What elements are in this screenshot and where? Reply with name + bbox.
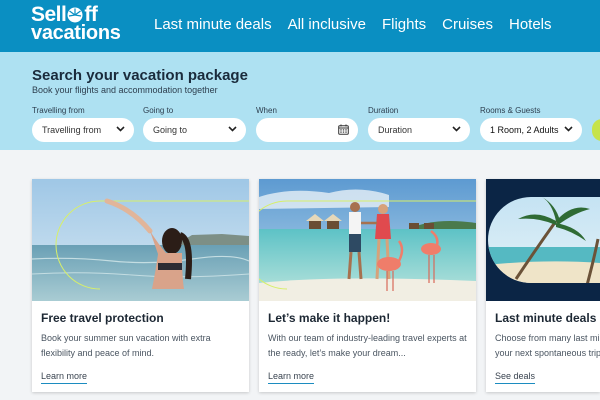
calendar-icon [338, 124, 349, 135]
card-text: With our team of industry-leading travel… [268, 333, 467, 358]
search-button[interactable] [592, 119, 600, 141]
learn-more-link[interactable]: Learn more [41, 371, 88, 384]
going-to-select[interactable]: Going to [143, 118, 246, 142]
travelling-from-value: Travelling from [42, 125, 102, 135]
nav-flights[interactable]: Flights [382, 16, 426, 33]
search-panel: Search your vacation package Book your f… [0, 52, 600, 150]
travelling-from-label: Travelling from [32, 106, 85, 115]
card-image-beach-couple [259, 179, 476, 301]
chevron-down-icon [564, 126, 573, 132]
card-title: Last minute deals [495, 311, 597, 325]
chevron-down-icon [452, 126, 461, 132]
chevron-down-icon [228, 126, 237, 132]
duration-label: Duration [368, 106, 399, 115]
search-subtitle: Book your flights and accommodation toge… [32, 85, 218, 95]
card-text: Book your summer sun vacation with extra… [41, 333, 211, 358]
sun-logo-icon [67, 7, 83, 22]
promo-card-last-minute-deals[interactable]: Last minute deals Choose from many last … [486, 179, 600, 392]
main-nav: Last minute deals All inclusive Flights … [154, 16, 568, 33]
see-deals-link[interactable]: See deals [495, 371, 536, 384]
promo-card-make-it-happen[interactable]: Let’s make it happen! With our team of i… [259, 179, 476, 392]
nav-last-minute-deals[interactable]: Last minute deals [154, 16, 272, 33]
card-image-palm-beach [486, 179, 600, 301]
duration-value: Duration [378, 125, 413, 135]
nav-cruises[interactable]: Cruises [442, 16, 493, 33]
going-to-label: Going to [143, 106, 174, 115]
when-label: When [256, 106, 277, 115]
promo-card-travel-protection[interactable]: Free travel protection Book your summer … [32, 179, 249, 392]
learn-more-link[interactable]: Learn more [268, 371, 315, 384]
brand-line2: vacations [31, 22, 121, 44]
rooms-guests-label: Rooms & Guests [480, 106, 541, 115]
card-title: Free travel protection [41, 311, 164, 325]
brand-logo[interactable]: Sell ff vacations [31, 4, 121, 44]
search-title: Search your vacation package [32, 67, 248, 84]
travelling-from-select[interactable]: Travelling from [32, 118, 134, 142]
when-date-field[interactable] [256, 118, 358, 142]
rooms-guests-value: 1 Room, 2 Adults [490, 125, 559, 135]
card-title: Let’s make it happen! [268, 311, 391, 325]
card-text: Choose from many last minute deals and b… [495, 333, 600, 358]
rooms-guests-select[interactable]: 1 Room, 2 Adults [480, 118, 582, 142]
going-to-value: Going to [153, 125, 188, 135]
site-header: Sell ff vacations Last minute deals All … [0, 0, 600, 52]
nav-all-inclusive[interactable]: All inclusive [288, 16, 366, 33]
card-image-swimmer [32, 179, 249, 301]
nav-hotels[interactable]: Hotels [509, 16, 552, 33]
duration-select[interactable]: Duration [368, 118, 470, 142]
chevron-down-icon [116, 126, 125, 132]
